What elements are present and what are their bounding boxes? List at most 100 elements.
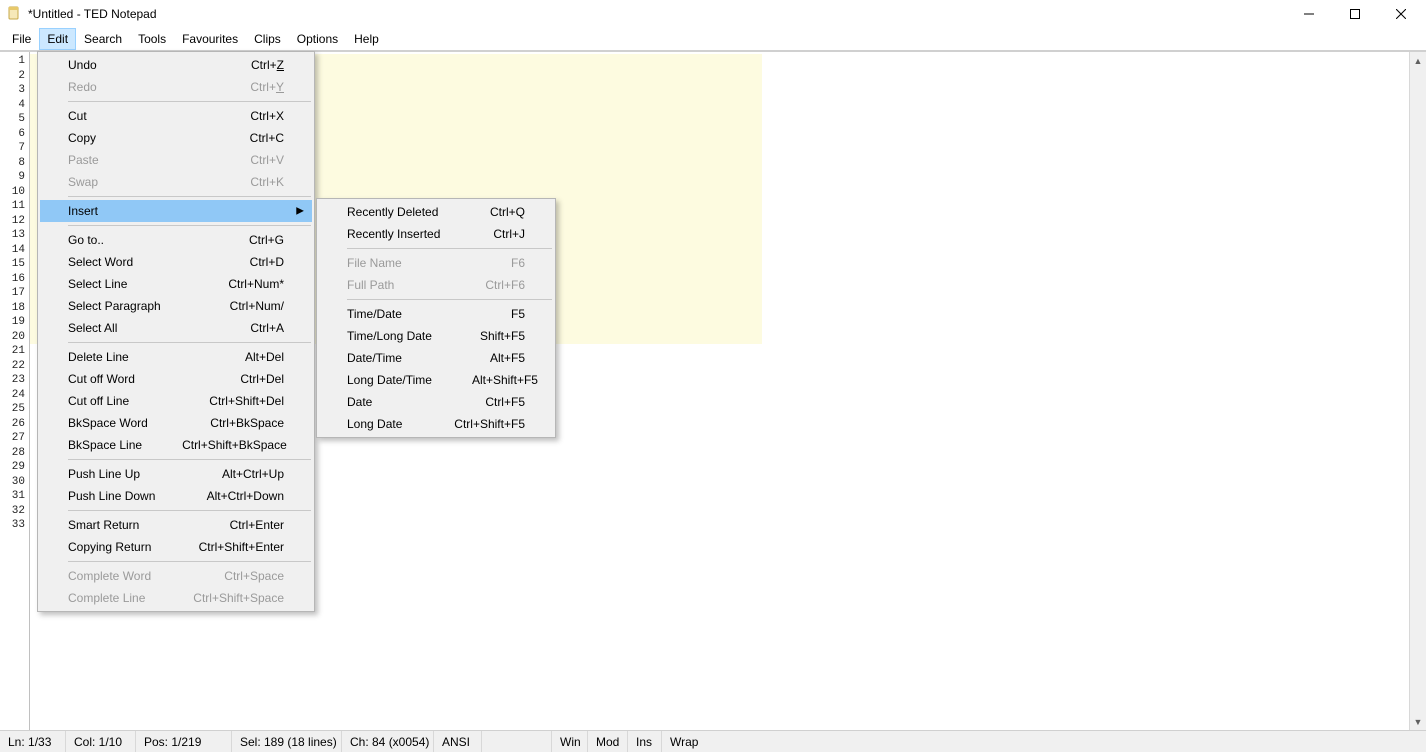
menu-item-label: Select All: [68, 321, 250, 335]
edit-menu-item-copying-return[interactable]: Copying ReturnCtrl+Shift+Enter: [40, 536, 312, 558]
menu-help[interactable]: Help: [346, 28, 387, 50]
edit-menu-item-cut[interactable]: CutCtrl+X: [40, 105, 312, 127]
edit-menu-item-paste[interactable]: PasteCtrl+V: [40, 149, 312, 171]
edit-menu-item-select-paragraph[interactable]: Select ParagraphCtrl+Num/: [40, 295, 312, 317]
menu-item-shortcut: Ctrl+Shift+BkSpace: [182, 438, 287, 452]
insert-menu-item-time-date[interactable]: Time/DateF5: [319, 303, 553, 325]
menu-item-label: Swap: [68, 175, 250, 189]
edit-menu-item-swap[interactable]: SwapCtrl+K: [40, 171, 312, 193]
window-title: *Untitled - TED Notepad: [28, 7, 157, 21]
edit-menu: UndoCtrl+ZRedoCtrl+YCutCtrl+XCopyCtrl+CP…: [37, 51, 315, 612]
status-spacer: [482, 731, 552, 752]
close-icon: [1396, 9, 1406, 19]
edit-menu-item-delete-line[interactable]: Delete LineAlt+Del: [40, 346, 312, 368]
insert-menu-item-recently-inserted[interactable]: Recently InsertedCtrl+J: [319, 223, 553, 245]
edit-menu-item-bkspace-word[interactable]: BkSpace WordCtrl+BkSpace: [40, 412, 312, 434]
menu-item-label: Copying Return: [68, 540, 199, 554]
edit-menu-item-cut-off-word[interactable]: Cut off WordCtrl+Del: [40, 368, 312, 390]
edit-menu-item-separator: [68, 510, 311, 511]
menu-item-shortcut: Ctrl+D: [250, 255, 284, 269]
edit-menu-item-bkspace-line[interactable]: BkSpace LineCtrl+Shift+BkSpace: [40, 434, 312, 456]
menu-favourites[interactable]: Favourites: [174, 28, 246, 50]
status-modified: Mod: [588, 731, 628, 752]
menu-item-shortcut: Ctrl+Q: [490, 205, 525, 219]
insert-menu-item-long-date-time[interactable]: Long Date/TimeAlt+Shift+F5: [319, 369, 553, 391]
edit-menu-item-go-to[interactable]: Go to..Ctrl+G: [40, 229, 312, 251]
menu-item-shortcut: Ctrl+BkSpace: [210, 416, 284, 430]
vertical-scrollbar[interactable]: ▲ ▼: [1409, 52, 1426, 730]
status-col: Col: 1/10: [66, 731, 136, 752]
edit-menu-item-copy[interactable]: CopyCtrl+C: [40, 127, 312, 149]
menu-item-shortcut: Ctrl+Shift+Del: [209, 394, 284, 408]
menu-item-label: Time/Long Date: [347, 329, 480, 343]
menu-options[interactable]: Options: [289, 28, 346, 50]
menu-item-label: Push Line Down: [68, 489, 207, 503]
edit-menu-item-push-line-down[interactable]: Push Line DownAlt+Ctrl+Down: [40, 485, 312, 507]
scroll-up-arrow[interactable]: ▲: [1410, 52, 1426, 69]
insert-menu-item-date-time[interactable]: Date/TimeAlt+F5: [319, 347, 553, 369]
menu-item-label: Smart Return: [68, 518, 230, 532]
menu-item-shortcut: Ctrl+J: [493, 227, 525, 241]
edit-menu-item-select-line[interactable]: Select LineCtrl+Num*: [40, 273, 312, 295]
menu-item-shortcut: Shift+F5: [480, 329, 525, 343]
insert-menu-item-full-path[interactable]: Full PathCtrl+F6: [319, 274, 553, 296]
edit-menu-item-separator: [68, 561, 311, 562]
menu-item-label: Select Word: [68, 255, 250, 269]
menu-item-label: Redo: [68, 80, 250, 94]
menu-item-label: Paste: [68, 153, 250, 167]
menu-item-label: Recently Inserted: [347, 227, 493, 241]
menu-item-label: Complete Word: [68, 569, 224, 583]
status-sel: Sel: 189 (18 lines): [232, 731, 342, 752]
menu-file[interactable]: File: [4, 28, 39, 50]
insert-menu-item-date[interactable]: DateCtrl+F5: [319, 391, 553, 413]
insert-menu-item-separator: [347, 248, 552, 249]
title-bar: *Untitled - TED Notepad: [0, 0, 1426, 28]
status-line-ending: Win: [552, 731, 588, 752]
insert-menu-item-recently-deleted[interactable]: Recently DeletedCtrl+Q: [319, 201, 553, 223]
menu-item-shortcut: Ctrl+Shift+Enter: [199, 540, 284, 554]
menu-item-label: Date: [347, 395, 485, 409]
menu-tools[interactable]: Tools: [130, 28, 174, 50]
insert-menu-item-time-long-date[interactable]: Time/Long DateShift+F5: [319, 325, 553, 347]
menu-item-shortcut: Alt+Ctrl+Down: [207, 489, 284, 503]
status-bar: Ln: 1/33 Col: 1/10 Pos: 1/219 Sel: 189 (…: [0, 730, 1426, 752]
menu-item-label: Long Date: [347, 417, 454, 431]
insert-menu-item-long-date[interactable]: Long DateCtrl+Shift+F5: [319, 413, 553, 435]
insert-menu-item-file-name[interactable]: File NameF6: [319, 252, 553, 274]
edit-menu-item-complete-word[interactable]: Complete WordCtrl+Space: [40, 565, 312, 587]
minimize-button[interactable]: [1286, 0, 1332, 28]
edit-menu-item-undo[interactable]: UndoCtrl+Z: [40, 54, 312, 76]
menu-item-label: Recently Deleted: [347, 205, 490, 219]
edit-menu-item-separator: [68, 196, 311, 197]
menu-item-label: Undo: [68, 58, 251, 72]
menu-item-shortcut: Ctrl+F6: [485, 278, 525, 292]
status-insert-mode: Ins: [628, 731, 662, 752]
menu-item-label: File Name: [347, 256, 511, 270]
close-button[interactable]: [1378, 0, 1424, 28]
insert-menu-item-separator: [347, 299, 552, 300]
menu-item-label: Long Date/Time: [347, 373, 472, 387]
menu-item-label: Select Line: [68, 277, 228, 291]
edit-menu-item-select-all[interactable]: Select AllCtrl+A: [40, 317, 312, 339]
edit-menu-item-cut-off-line[interactable]: Cut off LineCtrl+Shift+Del: [40, 390, 312, 412]
status-line: Ln: 1/33: [0, 731, 66, 752]
menu-search[interactable]: Search: [76, 28, 130, 50]
menu-item-shortcut: Alt+Del: [245, 350, 284, 364]
edit-menu-item-smart-return[interactable]: Smart ReturnCtrl+Enter: [40, 514, 312, 536]
menu-item-shortcut: Ctrl+Z: [251, 58, 284, 72]
menu-clips[interactable]: Clips: [246, 28, 289, 50]
status-char: Ch: 84 (x0054): [342, 731, 434, 752]
menu-item-shortcut: Alt+Ctrl+Up: [222, 467, 284, 481]
menu-item-shortcut: Ctrl+Del: [240, 372, 284, 386]
scroll-down-arrow[interactable]: ▼: [1410, 713, 1426, 730]
edit-menu-item-push-line-up[interactable]: Push Line UpAlt+Ctrl+Up: [40, 463, 312, 485]
maximize-button[interactable]: [1332, 0, 1378, 28]
edit-menu-item-redo[interactable]: RedoCtrl+Y: [40, 76, 312, 98]
menu-item-shortcut: F5: [511, 307, 525, 321]
edit-menu-item-select-word[interactable]: Select WordCtrl+D: [40, 251, 312, 273]
edit-menu-item-complete-line[interactable]: Complete LineCtrl+Shift+Space: [40, 587, 312, 609]
maximize-icon: [1350, 9, 1360, 19]
edit-menu-item-insert[interactable]: Insert▶: [40, 200, 312, 222]
minimize-icon: [1304, 9, 1314, 19]
menu-edit[interactable]: Edit: [39, 28, 76, 50]
